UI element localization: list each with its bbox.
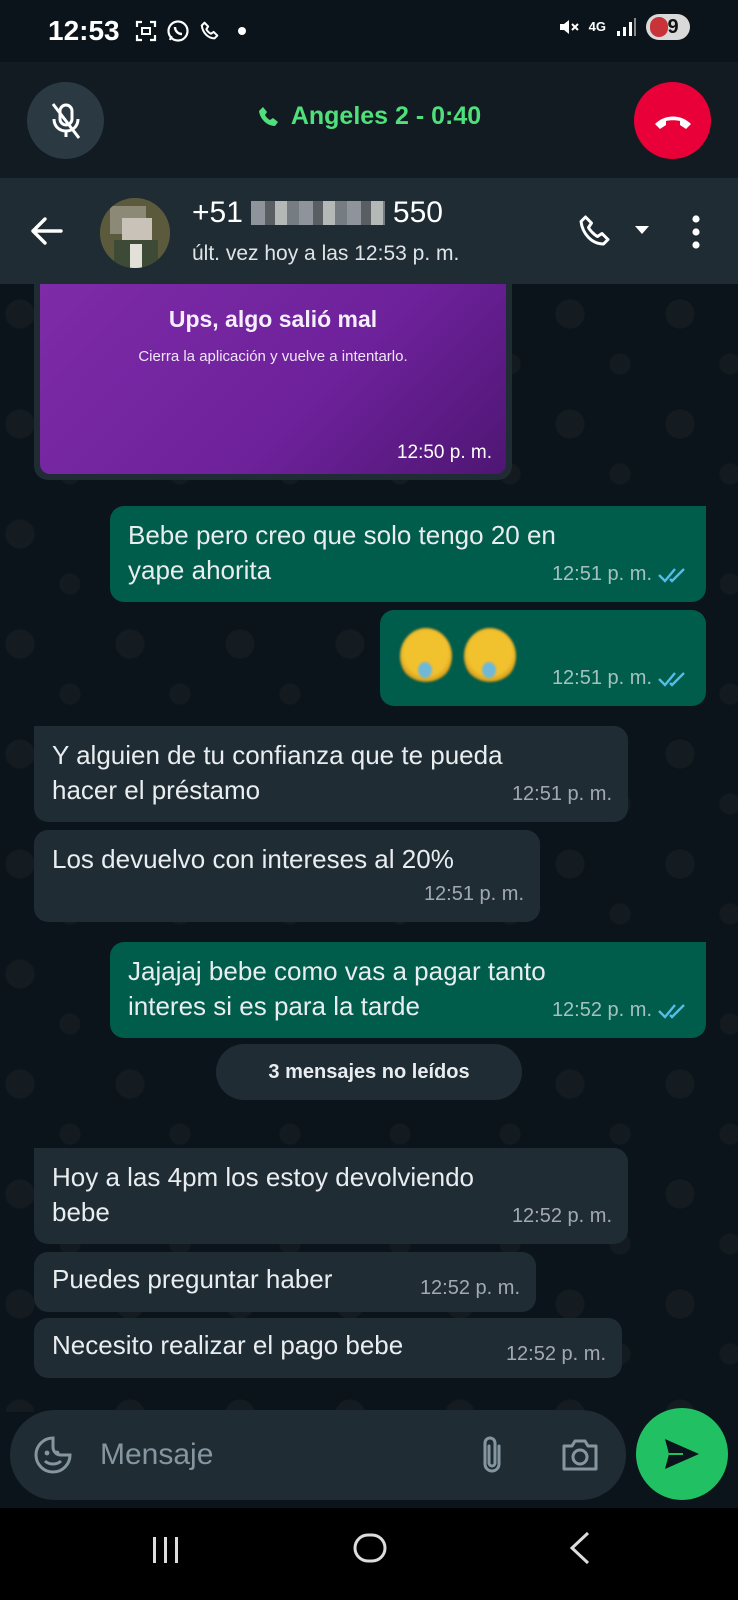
- recents-button[interactable]: [146, 1530, 186, 1570]
- message-text: Hoy a las 4pm los estoy devolviendo: [52, 1162, 475, 1192]
- contact-name[interactable]: +51 550: [192, 196, 443, 230]
- incoming-message[interactable]: Los devuelvo con intereses al 20% 12:51 …: [34, 830, 540, 922]
- incoming-message[interactable]: Necesito realizar el pago bebe 12:52 p. …: [34, 1318, 622, 1378]
- system-navigation-bar: [0, 1508, 738, 1600]
- attach-button[interactable]: [472, 1432, 512, 1478]
- read-receipt-icon: [658, 671, 685, 687]
- whatsapp-icon: [166, 19, 190, 43]
- battery-icon: 9: [646, 14, 690, 40]
- status-bar: 12:53 4G 9: [0, 0, 738, 62]
- message-time: 12:52 p. m.: [511, 1205, 612, 1227]
- image-preview[interactable]: Ups, algo salió mal Cierra la aplicación…: [40, 284, 506, 474]
- message-time: 12:52 p. m.: [551, 999, 652, 1021]
- end-call-button[interactable]: [634, 82, 711, 159]
- chat-messages[interactable]: Ups, algo salió mal Cierra la aplicación…: [0, 284, 738, 1412]
- message-text: Bebe pero creo que solo tengo 20 en: [128, 520, 556, 550]
- attach-icon: [483, 1436, 501, 1473]
- message-meta: 12:51 p. m.: [552, 661, 690, 696]
- status-icons-right: 4G 9: [557, 14, 690, 40]
- network-icon: 4G: [588, 19, 606, 34]
- signal-icon: [614, 15, 638, 39]
- message-meta: 12:52 p. m.: [420, 1271, 520, 1306]
- call-label: Angeles 2 - 0:40: [290, 102, 482, 130]
- camera-icon: [562, 1439, 598, 1471]
- message-text: Los devuelvo con intereses al 20%: [52, 844, 454, 874]
- whatsapp-chat-screen: 12:53 4G 9 Angeles 2 - 0:40 +51 550 últ.…: [0, 0, 738, 1600]
- status-time: 12:53: [48, 15, 120, 46]
- sticker-icon: [34, 1436, 72, 1474]
- back-button[interactable]: [26, 211, 66, 251]
- dot-icon: [230, 19, 254, 43]
- message-time: 12:51 p. m.: [423, 883, 524, 905]
- nav-back-button[interactable]: [560, 1528, 600, 1568]
- incoming-message[interactable]: Y alguien de tu confianza que te pueda h…: [34, 726, 628, 822]
- phone-icon: [198, 19, 222, 43]
- ongoing-call-banner[interactable]: Angeles 2 - 0:40: [0, 62, 738, 178]
- battery-level: 9: [667, 15, 679, 38]
- outgoing-message[interactable]: Jajajaj bebe como vas a pagar tanto inte…: [110, 942, 706, 1038]
- back-arrow-icon: [31, 217, 63, 245]
- back-icon: [569, 1531, 590, 1565]
- message-time: 12:52 p. m.: [419, 1277, 520, 1299]
- message-time: 12:51 p. m.: [551, 563, 652, 585]
- screenshot-icon: [134, 19, 158, 43]
- message-input[interactable]: [100, 1432, 460, 1478]
- crying-face-emoji: [400, 628, 452, 684]
- crying-face-emoji: [464, 628, 516, 684]
- call-icon: [579, 215, 610, 246]
- mute-icon: [557, 15, 581, 39]
- home-icon: [353, 1533, 387, 1563]
- message-text: Y alguien de tu confianza que te pueda: [52, 740, 503, 770]
- read-receipt-icon: [658, 567, 685, 583]
- battery-saver-icon: [650, 17, 668, 37]
- redacted-number: [250, 201, 385, 225]
- image-subtitle: Cierra la aplicación y vuelve a intentar…: [138, 348, 408, 365]
- call-options-button[interactable]: [630, 218, 654, 242]
- message-meta: 12:51 p. m.: [424, 877, 524, 912]
- message-meta: 12:52 p. m.: [552, 993, 690, 1028]
- sticker-button[interactable]: [32, 1434, 74, 1476]
- message-time: 12:52 p. m.: [505, 1343, 606, 1365]
- incoming-message[interactable]: Puedes preguntar haber 12:52 p. m.: [34, 1252, 536, 1312]
- caret-down-icon: [635, 226, 649, 234]
- contact-last-seen: últ. vez hoy a las 12:53 p. m.: [192, 242, 460, 265]
- contact-avatar[interactable]: [100, 198, 170, 268]
- voice-call-button[interactable]: [574, 210, 618, 254]
- more-options-button[interactable]: [680, 210, 712, 254]
- outgoing-emoji-message[interactable]: 12:51 p. m.: [380, 610, 706, 706]
- message-text: Jajajaj bebe como vas a pagar tanto: [128, 956, 546, 986]
- camera-button[interactable]: [558, 1434, 602, 1476]
- chat-header: +51 550 últ. vez hoy a las 12:53 p. m.: [0, 178, 738, 284]
- more-vert-icon: [692, 215, 700, 249]
- contact-name-prefix: +51: [192, 196, 243, 229]
- home-button[interactable]: [350, 1528, 390, 1568]
- message-meta: 12:52 p. m.: [506, 1337, 606, 1372]
- message-meta: 12:52 p. m.: [512, 1199, 612, 1234]
- status-icons-left: [134, 19, 254, 43]
- message-meta: 12:51 p. m.: [512, 777, 612, 812]
- send-button[interactable]: [636, 1408, 728, 1500]
- image-message[interactable]: Ups, algo salió mal Cierra la aplicación…: [34, 284, 512, 480]
- incoming-message[interactable]: Hoy a las 4pm los estoy devolviendo bebe…: [34, 1148, 628, 1244]
- message-composer: [10, 1410, 626, 1500]
- message-meta: 12:51 p. m.: [552, 557, 690, 592]
- phone-icon: [258, 106, 278, 126]
- send-icon: [665, 1439, 699, 1469]
- unread-messages-divider: 3 mensajes no leídos: [216, 1044, 522, 1100]
- outgoing-message[interactable]: Bebe pero creo que solo tengo 20 en yape…: [110, 506, 706, 602]
- recents-icon: [153, 1537, 178, 1563]
- message-time: 12:51 p. m.: [551, 667, 652, 689]
- message-time: 12:51 p. m.: [511, 783, 612, 805]
- read-receipt-icon: [658, 1003, 685, 1019]
- message-time: 12:50 p. m.: [396, 442, 492, 463]
- call-info[interactable]: Angeles 2 - 0:40: [0, 102, 738, 131]
- contact-name-suffix: 550: [392, 196, 443, 229]
- end-call-icon: [654, 116, 691, 129]
- image-title: Ups, algo salió mal: [168, 306, 378, 332]
